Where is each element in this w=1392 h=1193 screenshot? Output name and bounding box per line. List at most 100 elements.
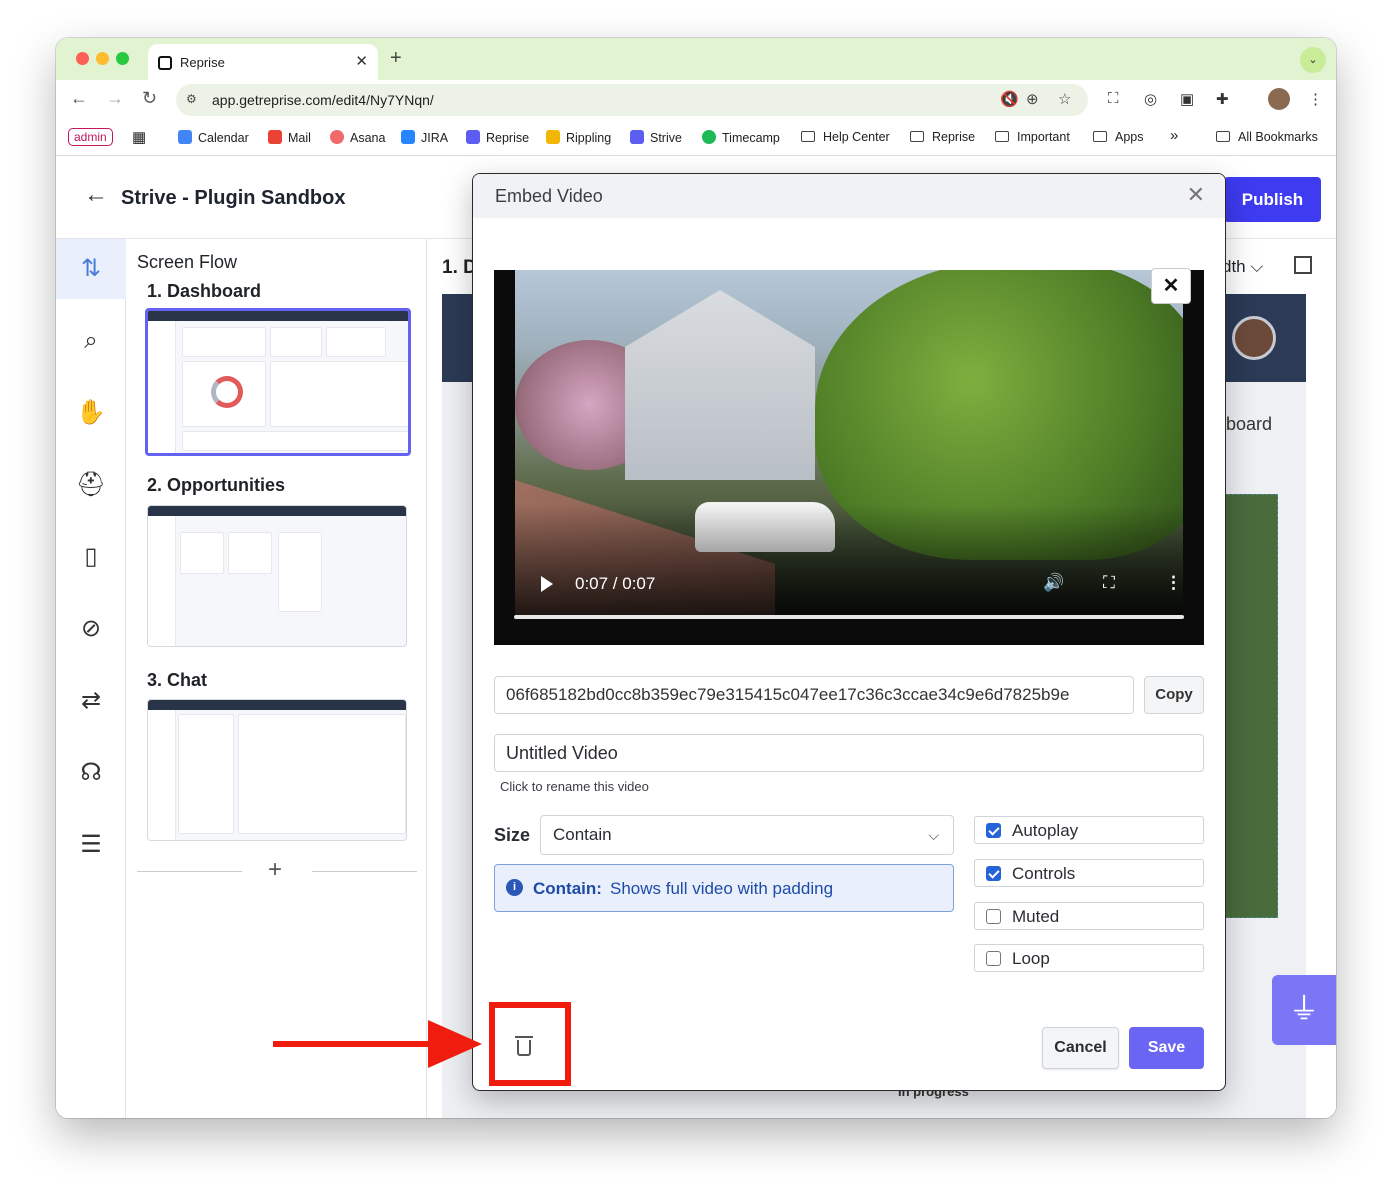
screen-thumbnail-opportunities[interactable] <box>147 505 407 647</box>
bookmark-reprise[interactable]: Reprise <box>466 130 529 145</box>
loop-option[interactable]: Loop <box>974 944 1204 972</box>
strive-icon <box>630 130 644 144</box>
size-select-value: Contain <box>553 825 612 844</box>
reload-icon[interactable]: ↻ <box>142 88 157 109</box>
avatar <box>1232 316 1276 360</box>
support-icon[interactable]: ☊ <box>56 743 126 803</box>
divider <box>137 871 242 872</box>
bookmark-asana[interactable]: Asana <box>330 130 385 145</box>
menu-more-icon[interactable]: ⋮ <box>1308 90 1323 108</box>
close-icon[interactable]: ✕ <box>1187 182 1205 208</box>
screenshot-icon[interactable]: ⛶ <box>1108 90 1119 107</box>
url-text[interactable]: app.getreprise.com/edit4/Ny7YNqn/ <box>212 92 434 108</box>
bookmark-strive[interactable]: Strive <box>630 130 682 145</box>
bookmark-calendar[interactable]: Calendar <box>178 130 249 145</box>
minimize-window-icon[interactable] <box>96 52 109 65</box>
eye-off-icon[interactable]: ⊘ <box>56 599 126 659</box>
timecamp-icon <box>702 130 716 144</box>
reorder-icon[interactable]: ⇅ <box>56 239 126 299</box>
copy-button[interactable]: Copy <box>1144 676 1204 714</box>
tab-reprise[interactable]: Reprise ✕ <box>148 44 378 80</box>
swap-icon[interactable]: ⇄ <box>56 671 126 731</box>
option-label: Muted <box>1012 907 1060 926</box>
controls-checkbox[interactable] <box>986 866 1001 881</box>
search-icon[interactable]: ⌕ <box>56 311 126 371</box>
hand-shake-icon[interactable]: ✋ <box>56 383 126 443</box>
address-bar[interactable]: ⚙ app.getreprise.com/edit4/Ny7YNqn/ 🔇 ⊕ … <box>176 84 1088 116</box>
mobile-icon[interactable]: ▯ <box>56 527 126 587</box>
bookmark-help-center[interactable]: Help Center <box>801 130 890 144</box>
screen-label[interactable]: 3. Chat <box>147 670 207 691</box>
profile-avatar[interactable] <box>1268 88 1290 110</box>
bookmark-jira[interactable]: JIRA <box>401 130 448 145</box>
size-select[interactable]: Contain ⌵ <box>540 815 954 855</box>
controls-option[interactable]: Controls <box>974 859 1204 887</box>
bookmark-important[interactable]: Important <box>995 130 1070 144</box>
bookmark-apps[interactable]: Apps <box>1093 130 1144 144</box>
bookmark-star-icon[interactable]: ☆ <box>1058 90 1071 108</box>
plugin-icon[interactable]: ⏚ <box>1272 975 1336 1045</box>
zoom-icon[interactable]: ⊕ <box>1026 90 1039 108</box>
video-id-field[interactable]: 06f685182bd0cc8b359ec79e315415c047ee17c3… <box>494 676 1134 714</box>
screen-thumbnail-chat[interactable] <box>147 699 407 841</box>
close-window-icon[interactable] <box>76 52 89 65</box>
screen-thumbnail-dashboard[interactable] <box>145 308 411 456</box>
size-info-box: i Contain: Shows full video with padding <box>494 864 954 912</box>
bookmarks-overflow-button[interactable]: » <box>1170 127 1178 144</box>
tab-search-icon[interactable]: ⌄ <box>1300 47 1326 73</box>
video-player[interactable]: 0:07 / 0:07 🔊 ⛶ ⋮ ✕ <box>494 268 1204 645</box>
save-button[interactable]: Save <box>1129 1027 1204 1069</box>
bookmark-mail[interactable]: Mail <box>268 130 311 145</box>
back-icon[interactable]: ← <box>70 88 88 109</box>
more-options-icon[interactable]: ⋮ <box>1165 573 1182 593</box>
autoplay-checkbox[interactable] <box>986 823 1001 838</box>
audio-muted-icon[interactable]: 🔇 <box>1000 90 1019 108</box>
video-close-button[interactable]: ✕ <box>1151 268 1191 304</box>
video-progress-bar[interactable] <box>514 615 1184 619</box>
frame-icon[interactable] <box>1294 256 1312 274</box>
bookmark-reprise-folder[interactable]: Reprise <box>910 130 975 144</box>
info-description: Shows full video with padding <box>610 879 834 898</box>
reprise-extension-icon[interactable]: ▣ <box>1180 90 1194 108</box>
tab-close-icon[interactable]: ✕ <box>355 52 368 70</box>
site-settings-icon[interactable]: ⚙ <box>186 92 202 108</box>
video-frame: 0:07 / 0:07 🔊 ⛶ ⋮ <box>515 270 1183 615</box>
preview-video-placeholder[interactable] <box>1222 494 1278 918</box>
screen-label[interactable]: 1. Dashboard <box>147 281 261 302</box>
thumb-card <box>182 431 408 451</box>
thumb-card <box>270 327 322 357</box>
bookmark-rippling[interactable]: Rippling <box>546 130 611 145</box>
screen-label[interactable]: 2. Opportunities <box>147 475 285 496</box>
bookmark-timecamp[interactable]: Timecamp <box>702 130 780 145</box>
back-arrow-icon[interactable]: ← <box>84 181 108 209</box>
extension-icon[interactable]: ◎ <box>1144 90 1157 108</box>
width-dropdown[interactable]: dth ⌵ <box>1222 257 1263 277</box>
annotation-arrow-head <box>428 1020 482 1068</box>
loop-checkbox[interactable] <box>986 951 1001 966</box>
extensions-puzzle-icon[interactable]: ✚ <box>1216 90 1229 108</box>
fullscreen-icon[interactable]: ⛶ <box>1103 573 1115 593</box>
thumb-navbar <box>148 700 406 710</box>
reprise-icon <box>466 130 480 144</box>
new-tab-button[interactable]: + <box>390 47 402 70</box>
list-tree-icon[interactable]: ☰ <box>56 815 126 875</box>
muted-checkbox[interactable] <box>986 909 1001 924</box>
zoom-window-icon[interactable] <box>116 52 129 65</box>
helmet-icon[interactable]: ⛑ <box>56 455 126 515</box>
video-name-field[interactable]: Untitled Video <box>494 734 1204 772</box>
apps-grid-icon[interactable]: ▦ <box>132 128 146 146</box>
muted-option[interactable]: Muted <box>974 902 1204 930</box>
all-bookmarks[interactable]: All Bookmarks <box>1216 130 1318 144</box>
thumb-card <box>238 714 406 834</box>
annotation-arrow-shaft <box>273 1041 433 1047</box>
forward-icon[interactable]: → <box>106 88 124 109</box>
cancel-button[interactable]: Cancel <box>1042 1027 1119 1069</box>
play-icon[interactable] <box>541 576 553 592</box>
add-screen-button[interactable]: + <box>268 856 282 884</box>
thumb-card <box>278 532 322 612</box>
autoplay-option[interactable]: Autoplay <box>974 816 1204 844</box>
publish-button[interactable]: Publish <box>1224 177 1321 222</box>
modal-title: Embed Video <box>495 186 603 206</box>
volume-icon[interactable]: 🔊 <box>1043 573 1064 593</box>
admin-chip[interactable]: admin <box>68 128 113 146</box>
